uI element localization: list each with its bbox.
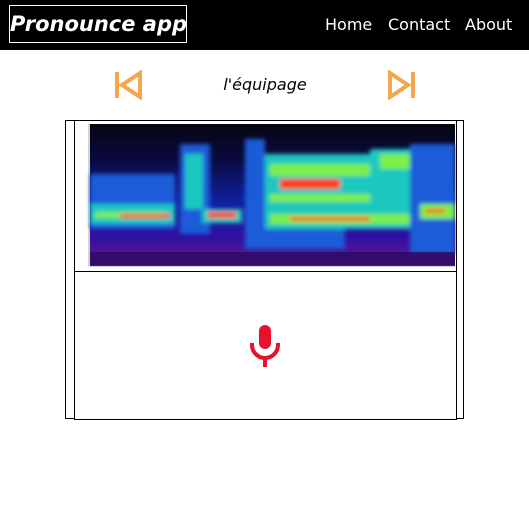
current-word: l'équipage — [223, 75, 307, 94]
word-navigator: l'équipage — [0, 68, 529, 102]
pronunciation-panel — [74, 120, 457, 420]
record-button[interactable] — [247, 323, 283, 369]
next-word-button[interactable] — [387, 69, 417, 101]
spectrogram-image — [75, 121, 456, 271]
nav-link-home[interactable]: Home — [325, 15, 372, 34]
microphone-icon — [250, 325, 280, 367]
panel-divider — [75, 271, 456, 272]
skip-next-icon — [388, 69, 415, 101]
skip-previous-icon — [115, 69, 142, 101]
brand-logo[interactable]: Pronounce app — [9, 5, 187, 43]
nav-link-contact[interactable]: Contact — [388, 15, 450, 34]
previous-word-button[interactable] — [113, 69, 143, 101]
nav-link-about[interactable]: About — [465, 15, 512, 34]
navbar: Pronounce app Home Contact About — [0, 0, 529, 50]
